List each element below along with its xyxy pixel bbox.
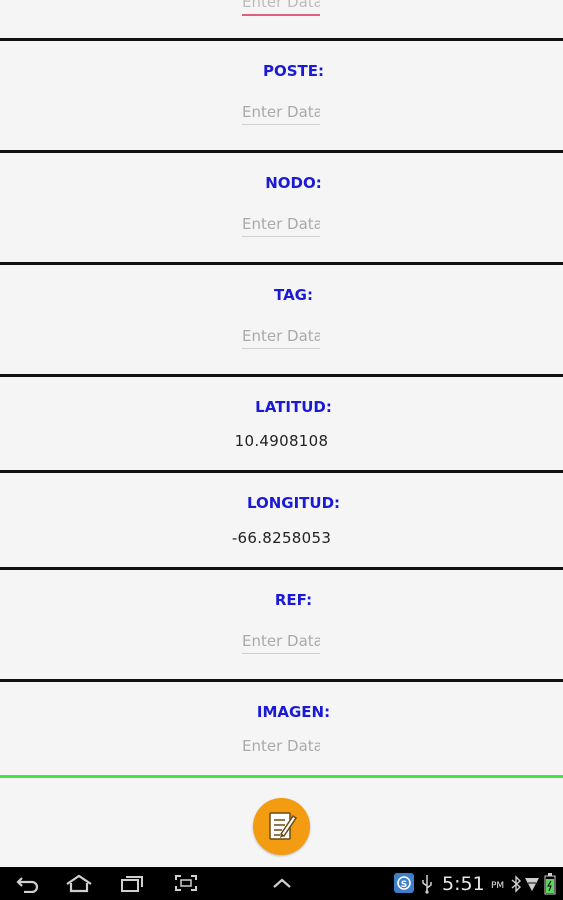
tag-label: TAG: <box>274 286 313 304</box>
longitud-label: LONGITUD: <box>246 494 341 512</box>
top-field-placeholder: Enter Data <box>242 0 320 11</box>
ref-placeholder: Enter Data <box>242 632 320 650</box>
edit-note-icon <box>269 812 298 840</box>
status-ampm: PM <box>491 881 505 891</box>
nodo-label: NODO: <box>265 174 322 192</box>
latitud-value: 10.4908108 <box>234 432 329 450</box>
ref-input[interactable]: Enter Data <box>242 629 320 654</box>
separator <box>0 150 563 153</box>
separator <box>0 567 563 570</box>
chevron-up-icon[interactable] <box>268 873 296 893</box>
poste-input[interactable]: Enter Data <box>242 100 320 125</box>
nodo-input[interactable]: Enter Data <box>242 212 320 237</box>
imagen-label: IMAGEN: <box>256 703 331 721</box>
recent-apps-icon[interactable] <box>118 873 146 893</box>
imagen-placeholder: Enter Data <box>242 737 320 755</box>
tag-input[interactable]: Enter Data <box>242 324 320 349</box>
screenshot-icon[interactable] <box>172 873 200 893</box>
usb-icon <box>422 875 432 894</box>
separator <box>0 38 563 41</box>
separator <box>0 470 563 473</box>
wifi-icon <box>525 878 539 891</box>
nodo-placeholder: Enter Data <box>242 215 320 233</box>
accent-divider <box>0 775 563 778</box>
latitud-label: LATITUD: <box>255 398 332 416</box>
battery-icon <box>544 873 556 895</box>
separator <box>0 262 563 265</box>
separator <box>0 374 563 377</box>
app-notification-icon[interactable]: S <box>393 872 415 894</box>
back-icon[interactable] <box>14 873 42 893</box>
bluetooth-icon <box>511 875 522 893</box>
longitud-value: -66.8258053 <box>231 529 332 547</box>
ref-label: REF: <box>274 591 313 609</box>
tag-placeholder: Enter Data <box>242 327 320 345</box>
poste-placeholder: Enter Data <box>242 103 320 121</box>
status-clock: 5:51 <box>442 873 485 895</box>
top-field-input[interactable]: Enter Data <box>242 0 320 16</box>
poste-label: POSTE: <box>262 62 325 80</box>
edit-note-button[interactable] <box>253 798 310 855</box>
home-icon[interactable] <box>64 873 94 893</box>
separator <box>0 679 563 682</box>
imagen-input[interactable]: Enter Data <box>242 734 320 758</box>
svg-text:S: S <box>401 880 407 890</box>
